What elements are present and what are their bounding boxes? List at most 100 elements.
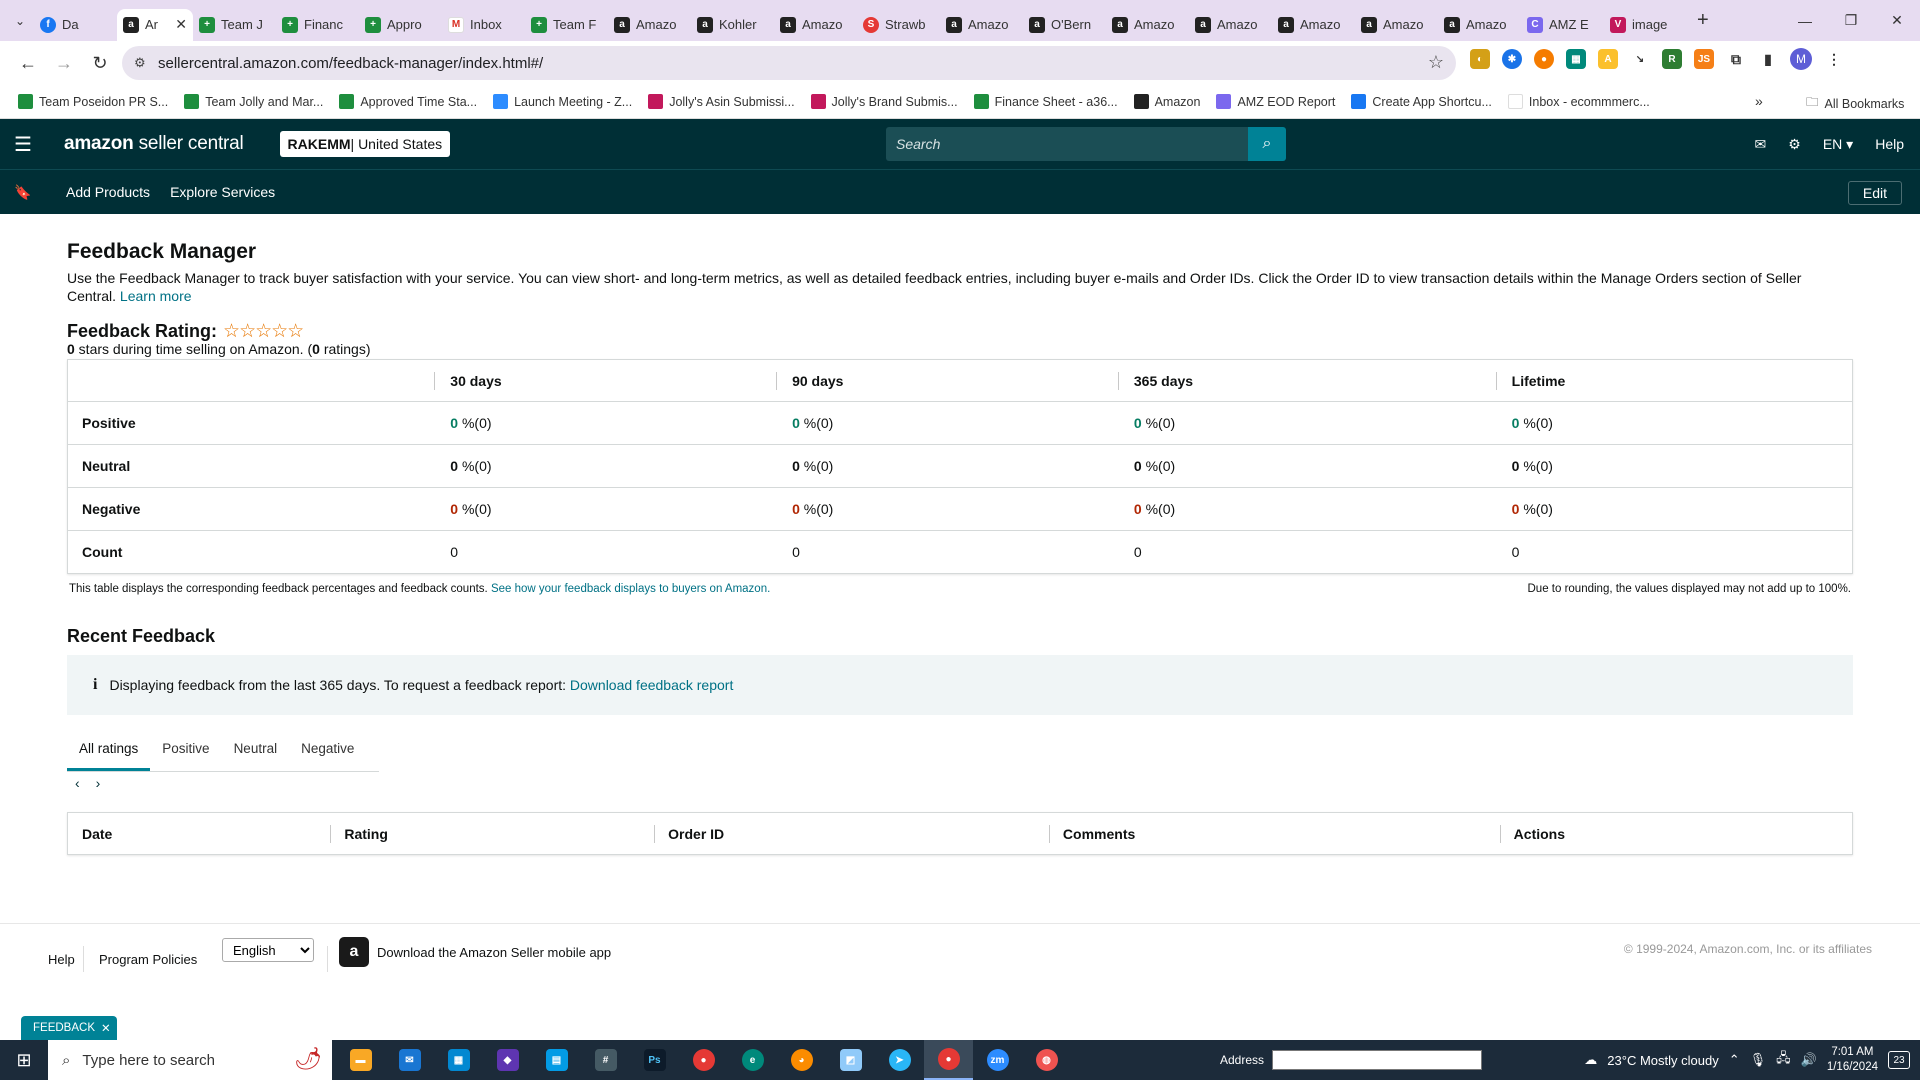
bookmark-item[interactable]: Finance Sheet - a36...: [966, 94, 1126, 109]
help-link[interactable]: Help: [1875, 136, 1904, 152]
search-input[interactable]: [886, 127, 1248, 161]
column-header-comments[interactable]: Comments: [1048, 813, 1500, 855]
weather-icon[interactable]: ☁: [1584, 1052, 1597, 1068]
bookmark-item[interactable]: Jolly's Brand Submis...: [803, 94, 966, 109]
tab-negative[interactable]: Negative: [289, 729, 366, 771]
store-selector[interactable]: RAKEMM | United States: [279, 131, 451, 157]
download-report-link[interactable]: Download feedback report: [570, 677, 733, 693]
chevron-left-icon[interactable]: ‹: [75, 775, 80, 791]
column-header-actions[interactable]: Actions: [1499, 813, 1853, 855]
bookmark-icon[interactable]: 🔖: [0, 184, 46, 201]
browser-tab[interactable]: + Appro: [359, 9, 442, 41]
zoom-icon[interactable]: zm: [973, 1040, 1022, 1080]
app-icon[interactable]: ◩: [826, 1040, 875, 1080]
side-panel-icon[interactable]: ▮: [1758, 49, 1778, 69]
nav-add-products[interactable]: Add Products: [66, 184, 150, 200]
extensions-puzzle-icon[interactable]: ⧉: [1726, 49, 1746, 69]
taskbar-search[interactable]: ⌕ Type here to search 🌶: [48, 1040, 332, 1080]
browser-tab[interactable]: M Inbox: [442, 9, 525, 41]
browser-tab[interactable]: f Da: [34, 9, 117, 41]
bookmark-item[interactable]: Inbox - ecommmerc...: [1500, 94, 1658, 109]
bookmark-item[interactable]: Team Poseidon PR S...: [10, 94, 176, 109]
tab-positive[interactable]: Positive: [150, 729, 221, 771]
browser-tab[interactable]: a Ar ✕: [117, 8, 193, 41]
browser-tab[interactable]: a Amazo: [1355, 9, 1438, 41]
app-icon[interactable]: ▤: [532, 1040, 581, 1080]
feedback-tag-button[interactable]: FEEDBACK ✕: [21, 1016, 117, 1040]
new-tab-icon[interactable]: +: [1697, 9, 1709, 32]
bookmark-item[interactable]: Launch Meeting - Z...: [485, 94, 640, 109]
photoshop-icon[interactable]: Ps: [630, 1040, 679, 1080]
chevron-up-icon[interactable]: ⌃: [1729, 1052, 1740, 1068]
browser-tab[interactable]: a Amazo: [774, 9, 857, 41]
browser-tab[interactable]: a Amazo: [1189, 9, 1272, 41]
bookmark-item[interactable]: Jolly's Asin Submissi...: [640, 94, 802, 109]
restore-icon[interactable]: ❐: [1828, 0, 1874, 41]
hamburger-menu-icon[interactable]: ☰: [0, 119, 46, 169]
search-icon[interactable]: ⌕: [1248, 127, 1286, 161]
edge-icon[interactable]: e: [728, 1040, 777, 1080]
volume-icon[interactable]: 🔊: [1801, 1052, 1817, 1068]
site-info-icon[interactable]: ⚙: [134, 55, 146, 71]
seller-central-logo[interactable]: amazon seller central: [64, 133, 244, 155]
settings-gear-icon[interactable]: ⚙: [1788, 136, 1801, 153]
program-policies-link[interactable]: Program Policies: [99, 952, 197, 967]
column-header-order-id[interactable]: Order ID: [654, 813, 1049, 855]
browser-tab[interactable]: a Amazo: [1106, 9, 1189, 41]
app-icon[interactable]: ◆: [483, 1040, 532, 1080]
extension-icon[interactable]: ✱: [1502, 49, 1522, 69]
network-icon[interactable]: 🖧: [1776, 1049, 1791, 1071]
edit-button[interactable]: Edit: [1847, 181, 1902, 205]
mail-app-icon[interactable]: ✉: [385, 1040, 434, 1080]
browser-tab[interactable]: a Amazo: [1272, 9, 1355, 41]
column-header-rating[interactable]: Rating: [330, 813, 654, 855]
windows-start-icon[interactable]: ⊞: [0, 1040, 48, 1080]
app-icon[interactable]: ◕: [777, 1040, 826, 1080]
bookmark-star-icon[interactable]: ☆: [1428, 52, 1444, 73]
bookmark-item[interactable]: Team Jolly and Mar...: [176, 94, 331, 109]
telegram-icon[interactable]: ➤: [875, 1040, 924, 1080]
language-selector[interactable]: EN ▾: [1823, 136, 1853, 153]
close-window-icon[interactable]: ✕: [1874, 0, 1920, 41]
minimize-icon[interactable]: —: [1782, 0, 1828, 41]
close-icon[interactable]: ✕: [101, 1021, 111, 1035]
profile-avatar[interactable]: M: [1790, 48, 1812, 70]
browser-tab[interactable]: + Team F: [525, 9, 608, 41]
extension-icon[interactable]: ▦: [1566, 49, 1586, 69]
menu-kebab-icon[interactable]: ⋮: [1824, 49, 1844, 69]
chrome-icon[interactable]: ●: [679, 1040, 728, 1080]
store-icon[interactable]: ▦: [434, 1040, 483, 1080]
browser-tab[interactable]: C AMZ E: [1521, 9, 1604, 41]
browser-tab[interactable]: + Financ: [276, 9, 359, 41]
bookmark-item[interactable]: AMZ EOD Report: [1208, 94, 1343, 109]
tab-search-icon[interactable]: ⌄: [6, 7, 34, 35]
clock[interactable]: 7:01 AM 1/16/2024: [1827, 1045, 1878, 1075]
notifications-icon[interactable]: 23: [1888, 1051, 1910, 1069]
mobile-app-link[interactable]: a Download the Amazon Seller mobile app: [339, 937, 611, 967]
more-bookmarks-icon[interactable]: »: [1755, 93, 1763, 109]
extension-icon[interactable]: ●: [1534, 49, 1554, 69]
bookmark-item[interactable]: Amazon: [1126, 94, 1209, 109]
browser-tab[interactable]: S Strawb: [857, 9, 940, 41]
browser-tab[interactable]: + Team J: [193, 9, 276, 41]
browser-tab[interactable]: a Amazo: [940, 9, 1023, 41]
calculator-icon[interactable]: #: [581, 1040, 630, 1080]
browser-tab[interactable]: Vimage: [1604, 9, 1687, 41]
all-bookmarks[interactable]: 🗀 All Bookmarks: [1806, 93, 1904, 114]
column-header-date[interactable]: Date: [68, 813, 331, 855]
forward-icon[interactable]: →: [46, 45, 82, 81]
app-icon[interactable]: ◍: [1022, 1040, 1071, 1080]
weather-text[interactable]: 23°C Mostly cloudy: [1607, 1053, 1718, 1068]
microphone-icon[interactable]: 🎙: [1750, 1052, 1767, 1068]
back-icon[interactable]: ←: [10, 45, 46, 81]
browser-tab[interactable]: a O'Bern: [1023, 9, 1106, 41]
bookmark-item[interactable]: Create App Shortcu...: [1343, 94, 1500, 109]
address-bar[interactable]: ⚙ sellercentral.amazon.com/feedback-mana…: [122, 46, 1456, 80]
mail-icon[interactable]: ✉: [1755, 136, 1767, 153]
bookmark-item[interactable]: Approved Time Sta...: [331, 94, 485, 109]
buyer-display-link[interactable]: See how your feedback displays to buyers…: [491, 583, 770, 595]
extension-icon[interactable]: R: [1662, 49, 1682, 69]
extension-icon[interactable]: JS: [1694, 49, 1714, 69]
browser-tab[interactable]: a Amazo: [608, 9, 691, 41]
extension-icon[interactable]: ↘: [1630, 49, 1650, 69]
